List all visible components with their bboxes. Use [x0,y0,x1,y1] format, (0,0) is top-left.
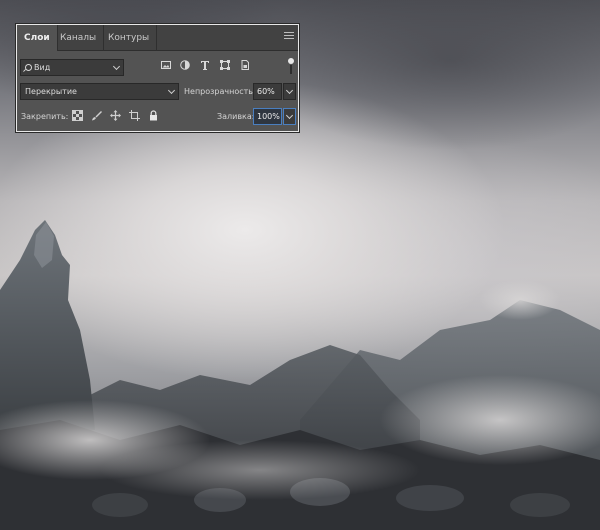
adjustment-filter-icon[interactable] [179,59,191,71]
image-filter-icon[interactable] [160,59,172,71]
opacity-label: Непрозрачность: [184,87,256,96]
chevron-down-icon [285,86,294,95]
shape-filter-icon[interactable] [219,59,231,71]
hamburger-menu-icon[interactable] [284,32,294,42]
lock-label: Закрепить: [21,112,69,121]
chevron-down-icon [167,86,176,95]
fill-dropdown-button[interactable] [283,108,296,125]
lock-position-icon[interactable] [110,110,121,121]
fill-input[interactable]: 100% [253,108,282,125]
lock-all-icon[interactable] [148,110,159,121]
filter-toggle-icon[interactable] [288,58,294,74]
lock-row: Закрепить: Заливка: 100% [17,107,298,127]
opacity-dropdown-button[interactable] [283,83,296,100]
lock-artboard-icon[interactable] [129,110,140,121]
tab-channels[interactable]: Каналы [53,25,105,51]
blend-mode-value: Перекрытие [25,87,77,96]
tab-layers[interactable]: Слои [17,25,58,51]
type-filter-icon[interactable] [199,59,211,71]
search-icon [25,64,32,71]
layers-panel: Слои Каналы Контуры Вид Перекрытие Непро… [16,24,299,132]
chevron-down-icon [285,111,294,120]
smart-object-filter-icon[interactable] [239,59,251,71]
filter-row: Вид [17,57,298,77]
fill-label: Заливка: [217,112,255,121]
lock-image-pixels-icon[interactable] [91,110,102,121]
chevron-down-icon [112,62,121,71]
blend-row: Перекрытие Непрозрачность: 60% [17,82,298,102]
filter-kind-value: Вид [34,63,51,72]
opacity-input[interactable]: 60% [253,83,282,100]
panel-tab-bar: Слои Каналы Контуры [17,25,298,51]
lock-transparent-pixels-icon[interactable] [72,110,83,121]
blend-mode-dropdown[interactable]: Перекрытие [20,83,179,100]
filter-kind-dropdown[interactable]: Вид [20,59,124,76]
tab-paths[interactable]: Контуры [101,25,158,51]
